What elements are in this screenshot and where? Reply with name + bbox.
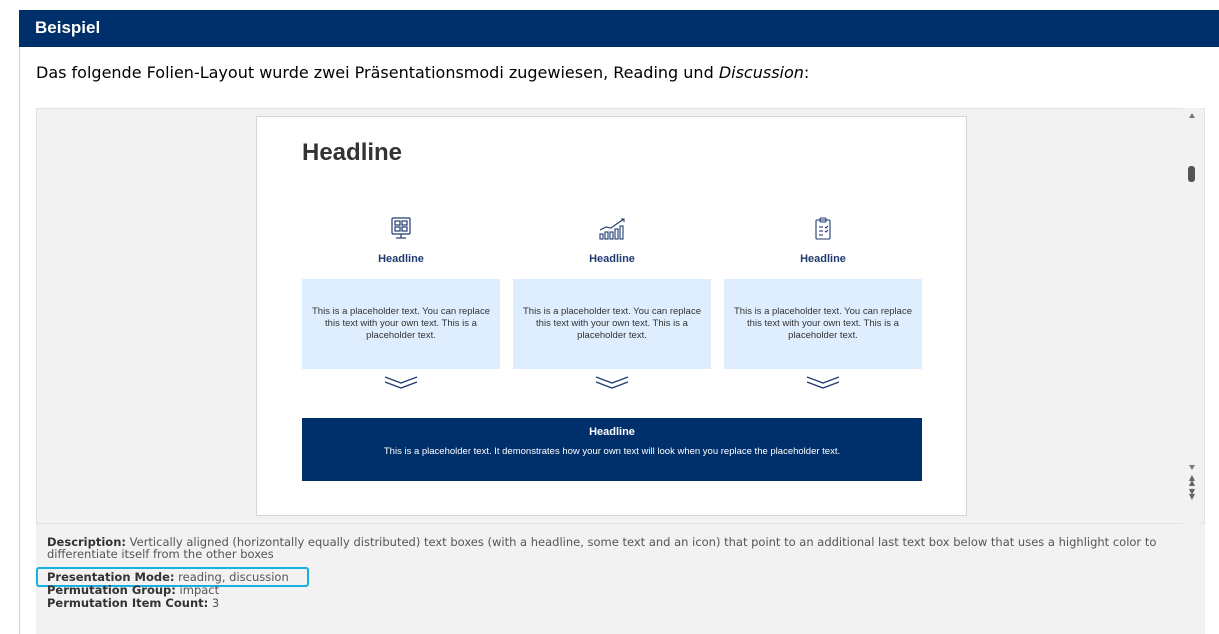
column-headline: Headline <box>589 253 635 265</box>
dashboard-monitor-icon <box>302 217 500 243</box>
slide-title: Headline <box>302 139 403 166</box>
permutation-group-value: impact <box>175 583 220 597</box>
column-text-box: This is a placeholder text. You can repl… <box>302 279 500 369</box>
intro-paragraph: Das folgende Folien-Layout wurde zwei Pr… <box>36 63 809 82</box>
layout-metadata: Description: Vertically aligned (horizon… <box>36 524 1205 634</box>
column-text: This is a placeholder text. You can repl… <box>734 306 912 341</box>
column-headline: Headline <box>378 253 424 265</box>
permutation-count-line: Permutation Item Count: 3 <box>47 597 219 609</box>
highlight-text: This is a placeholder text. It demonstra… <box>383 446 841 457</box>
slide-preview: Headline Headline This is a placeholder … <box>256 116 967 516</box>
scroll-thumb[interactable] <box>1188 166 1195 182</box>
clipboard-checklist-icon <box>724 217 922 243</box>
highlight-headline: Headline <box>589 426 635 438</box>
scroll-down-arrow-icon[interactable] <box>1189 465 1195 470</box>
description-line: Description: Vertically aligned (horizon… <box>47 536 1187 560</box>
chevron-down-icon <box>302 375 500 395</box>
scroll-up-arrow-icon[interactable] <box>1189 113 1195 118</box>
column-text: This is a placeholder text. You can repl… <box>523 306 701 341</box>
intro-text: Das folgende Folien-Layout wurde zwei Pr… <box>36 63 719 82</box>
permutation-group-line: Permutation Group: impact <box>47 584 219 596</box>
example-header: Beispiel <box>19 10 1219 47</box>
intro-italic: Discussion <box>718 63 804 82</box>
permutation-group-label: Permutation Group: <box>47 583 176 597</box>
left-border <box>19 47 20 634</box>
permutation-count-value: 3 <box>208 596 220 610</box>
highlight-text-box: Headline This is a placeholder text. It … <box>302 418 922 481</box>
growth-chart-icon <box>513 217 711 243</box>
permutation-count-label: Permutation Item Count: <box>47 596 209 610</box>
page-up-icon[interactable]: ▲ ▲ <box>1188 474 1196 487</box>
column-headline: Headline <box>800 253 846 265</box>
column-text: This is a placeholder text. You can repl… <box>312 306 490 341</box>
page-down-icon[interactable]: ▼ ▼ <box>1188 488 1196 501</box>
intro-colon: : <box>803 63 810 82</box>
description-value: Vertically aligned (horizontally equally… <box>47 535 1157 561</box>
top-strip <box>0 0 1219 10</box>
chevron-down-icon <box>513 375 711 395</box>
chevron-down-icon <box>724 375 922 395</box>
column-text-box: This is a placeholder text. You can repl… <box>513 279 711 369</box>
viewer-scrollbar[interactable]: ▲ ▲ ▼ ▼ <box>1183 108 1201 524</box>
header-title: Beispiel <box>35 18 101 37</box>
column-text-box: This is a placeholder text. You can repl… <box>724 279 922 369</box>
